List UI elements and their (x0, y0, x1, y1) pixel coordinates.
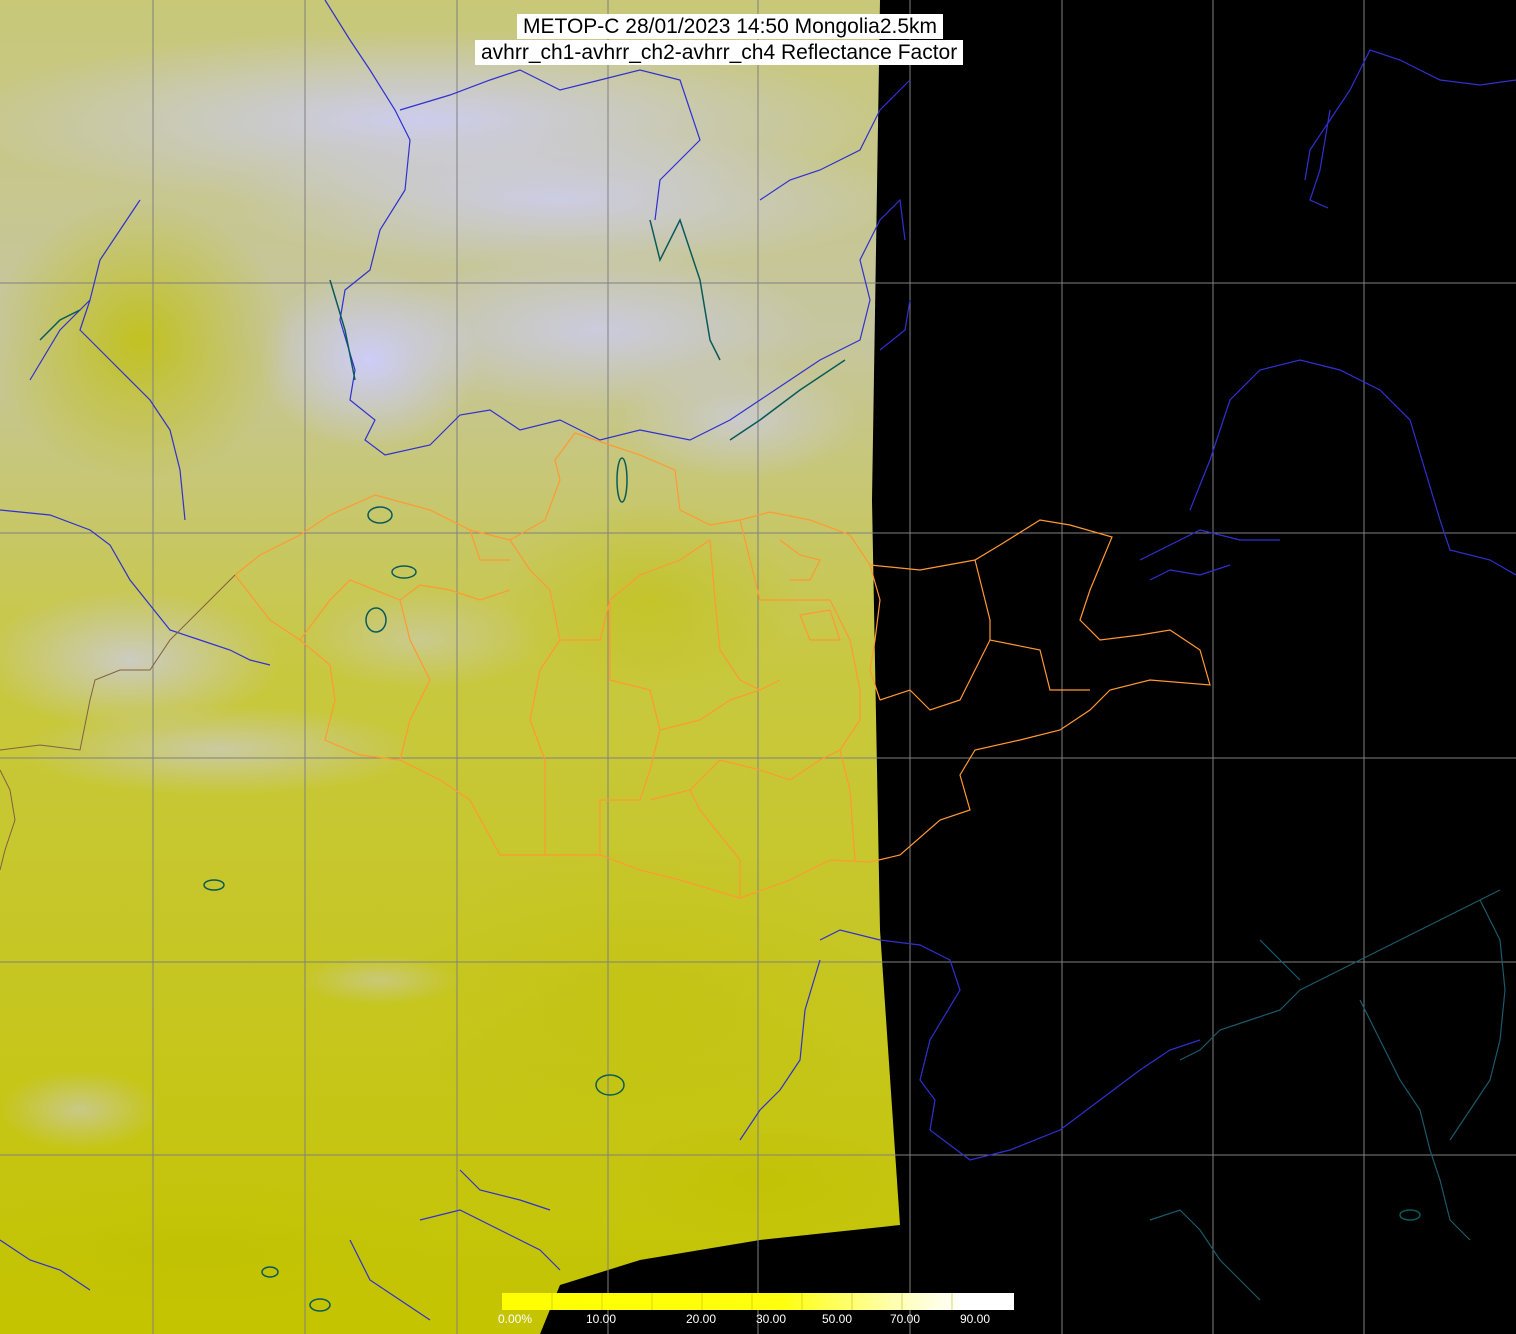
legend-tick-4: 50.00 (822, 1312, 853, 1326)
legend-tick-3: 30.00 (756, 1312, 787, 1326)
legend-tick-5: 70.00 (890, 1312, 921, 1326)
legend-tick-0: 0.00% (498, 1312, 533, 1326)
legend-tick-6: 90.00 (960, 1312, 991, 1326)
color-scale-bar (502, 1293, 1014, 1310)
imagery-swath (0, 0, 900, 1334)
legend-tick-2: 20.00 (686, 1312, 717, 1326)
east-asia-coast (1149, 889, 1506, 1301)
satellite-map (0, 0, 1516, 1334)
title-line-1: METOP-C 28/01/2023 14:50 Mongolia2.5km (517, 14, 944, 39)
legend-tick-1: 10.00 (586, 1312, 617, 1326)
title-line-2: avhrr_ch1-avhrr_ch2-avhrr_ch4 Reflectanc… (475, 40, 964, 65)
